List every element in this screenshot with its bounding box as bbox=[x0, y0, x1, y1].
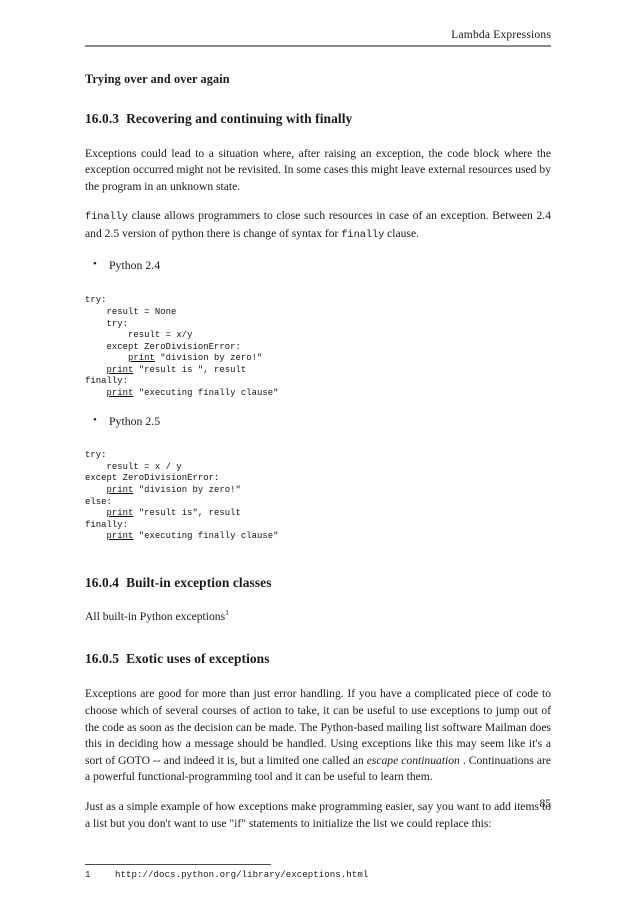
running-header: Lambda Expressions bbox=[85, 0, 551, 41]
page-content: Lambda Expressions Trying over and over … bbox=[85, 0, 551, 880]
running-header-title: Lambda Expressions bbox=[451, 29, 551, 41]
paragraph-finally-part1: clause allows programmers to close such … bbox=[85, 209, 551, 240]
code-keyword-print: print bbox=[106, 364, 134, 375]
section-title-16-0-3: Recovering and continuing with finally bbox=[126, 110, 353, 126]
inline-code-finally-1: finally bbox=[85, 211, 128, 224]
subheading-trying-over-and-over: Trying over and over again bbox=[85, 71, 230, 86]
code-keyword-print: print bbox=[106, 387, 134, 398]
emphasis-escape-continuation: escape continuation bbox=[366, 753, 460, 767]
list-item-python-24: Python 2.4 bbox=[85, 256, 551, 273]
paragraph-exceptions-situation: Exceptions could lead to a situation whe… bbox=[85, 146, 551, 193]
code-block-python25: try: result = x / y except ZeroDivisionE… bbox=[85, 450, 279, 542]
section-heading-16-0-4: 16.0.4 Built-in exception classes bbox=[85, 575, 551, 591]
bullet-list-python24: Python 2.4 bbox=[85, 256, 551, 273]
section-number-16-0-3: 16.0.3 bbox=[85, 110, 120, 126]
paragraph-finally-clause: finally clause allows programmers to clo… bbox=[85, 208, 551, 243]
footnote-separator-rule bbox=[85, 864, 271, 866]
page-number: 85 bbox=[539, 798, 552, 810]
section-heading-16-0-5: 16.0.5 Exotic uses of exceptions bbox=[85, 651, 551, 667]
paragraph-all-builtin-exceptions: All built-in Python exceptions1 bbox=[85, 609, 551, 626]
inline-code-finally-2: finally bbox=[341, 228, 385, 241]
paragraph-exotic-uses: Exceptions are good for more than just e… bbox=[85, 686, 551, 786]
code-block-python24: try: result = None try: result = x/y exc… bbox=[85, 295, 279, 398]
footnote-url[interactable]: http://docs.python.org/library/exception… bbox=[115, 869, 368, 880]
section-heading-16-0-3: 16.0.3 Recovering and continuing with fin… bbox=[85, 111, 551, 127]
bullet-list-python25: Python 2.5 bbox=[85, 412, 551, 429]
paragraph-finally-part2: clause. bbox=[384, 226, 420, 240]
paragraph-builtin-text: All built-in Python exceptions bbox=[85, 609, 226, 623]
code-keyword-print: print bbox=[106, 508, 134, 519]
footnote-reference-1[interactable]: 1 bbox=[225, 608, 229, 617]
footnote-marker: 1 bbox=[85, 869, 91, 881]
section-number-16-0-4: 16.0.4 bbox=[85, 574, 120, 590]
footnote-entry-1: 1 http://docs.python.org/library/exceptio… bbox=[85, 869, 551, 880]
code-keyword-print: print bbox=[106, 485, 134, 496]
section-title-16-0-4: Built-in exception classes bbox=[126, 574, 272, 590]
list-item-python-25: Python 2.5 bbox=[85, 412, 551, 429]
section-number-16-0-5: 16.0.5 bbox=[85, 651, 120, 667]
document-page: Lambda Expressions Trying over and over … bbox=[0, 0, 636, 900]
code-keyword-print: print bbox=[106, 531, 134, 542]
section-title-16-0-5: Exotic uses of exceptions bbox=[126, 651, 270, 667]
code-keyword-print: print bbox=[128, 353, 155, 364]
